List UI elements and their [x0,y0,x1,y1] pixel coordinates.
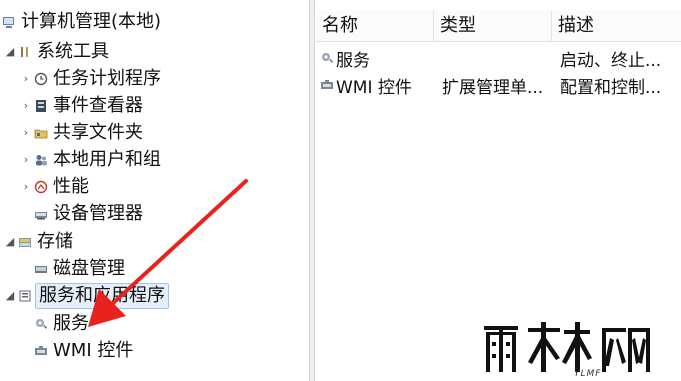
tree-item-services-apps[interactable]: ◢ 服务和应用程序 [4,282,169,309]
tree-item-event-viewer[interactable]: › 事件查看器 [20,92,145,119]
computer-management-icon [2,15,16,29]
cell-description: 配置和控制... [560,77,662,98]
tree-item-label: 设备管理器 [53,202,143,224]
list-row-services[interactable]: 服务 启动、终止... [316,44,681,72]
storage-icon [18,235,32,249]
expand-caret-icon[interactable]: › [20,153,32,166]
cell-name-text: 服务 [336,50,370,71]
watermark-sub-text: YLMF [574,369,601,378]
cell-name-text: WMI 控件 [336,77,412,98]
disk-icon [34,262,48,276]
column-header-name[interactable]: 名称 [316,10,434,42]
collapse-caret-icon[interactable]: ◢ [4,45,16,58]
tree-item-label: 性能 [53,175,89,197]
expand-caret-icon[interactable]: › [20,72,32,85]
cell-type: 扩展管理单... [442,77,544,98]
column-header-type[interactable]: 类型 [434,10,552,42]
device-manager-icon [34,207,48,221]
services-gear-icon [34,317,48,331]
performance-icon [34,180,48,194]
tree-item-label: 事件查看器 [53,94,143,116]
wmi-control-icon [34,344,48,358]
tree-item-device-manager[interactable]: 设备管理器 [32,200,145,227]
cell-name: WMI 控件 [316,73,434,98]
services-apps-icon [18,289,32,303]
wmi-control-icon [320,78,334,92]
watermark-logo: YLMF [484,322,650,378]
tree-item-label: 服务和应用程序 [35,282,169,309]
list-header: 名称 类型 描述 [316,10,681,42]
tree-item-label: 服务 [53,312,89,334]
tree-item-shared-folders[interactable]: › 共享文件夹 [20,119,145,146]
tools-icon [18,45,32,59]
expand-caret-icon[interactable]: › [20,180,32,193]
tree-item-computer-management[interactable]: 计算机管理(本地) [0,8,163,35]
pane-splitter[interactable] [309,0,315,381]
collapse-caret-icon[interactable]: ◢ [4,289,16,302]
tree-item-storage[interactable]: ◢ 存储 [4,228,75,255]
shared-folder-icon [34,126,48,140]
tree-item-disk-management[interactable]: 磁盘管理 [32,255,127,282]
tree-item-system-tools[interactable]: ◢ 系统工具 [4,38,111,65]
users-icon [34,153,48,167]
cell-name: 服务 [316,46,434,71]
tree-item-performance[interactable]: › 性能 [20,173,91,200]
tree-item-label: WMI 控件 [53,339,134,361]
computer-management-window: 计算机管理(本地) ◢ 系统工具 › 任务计划程序 › 事件查看器 › 共享文件… [0,0,681,381]
column-header-description[interactable]: 描述 [552,10,681,42]
event-viewer-icon [34,99,48,113]
tree-item-label: 本地用户和组 [53,148,161,170]
tree-item-label: 共享文件夹 [53,121,143,143]
list-row-wmi[interactable]: WMI 控件 扩展管理单... 配置和控制... [316,71,681,99]
tree-item-label: 系统工具 [37,40,109,62]
tree-item-label: 存储 [37,230,73,252]
tree-item-local-users[interactable]: › 本地用户和组 [20,146,163,173]
tree-item-label: 计算机管理(本地) [21,10,162,32]
tree-item-label: 任务计划程序 [53,67,161,89]
expand-caret-icon[interactable]: › [20,126,32,139]
collapse-caret-icon[interactable]: ◢ [4,235,16,248]
navigation-tree: 计算机管理(本地) ◢ 系统工具 › 任务计划程序 › 事件查看器 › 共享文件… [0,0,308,381]
tree-item-wmi[interactable]: WMI 控件 [32,337,135,364]
clock-icon [34,72,48,86]
tree-item-label: 磁盘管理 [53,257,125,279]
tree-item-task-scheduler[interactable]: › 任务计划程序 [20,65,163,92]
expand-caret-icon[interactable]: › [20,99,32,112]
cell-description: 启动、终止... [560,50,662,71]
tree-item-services[interactable]: 服务 [32,310,91,337]
services-gear-icon [320,51,334,65]
